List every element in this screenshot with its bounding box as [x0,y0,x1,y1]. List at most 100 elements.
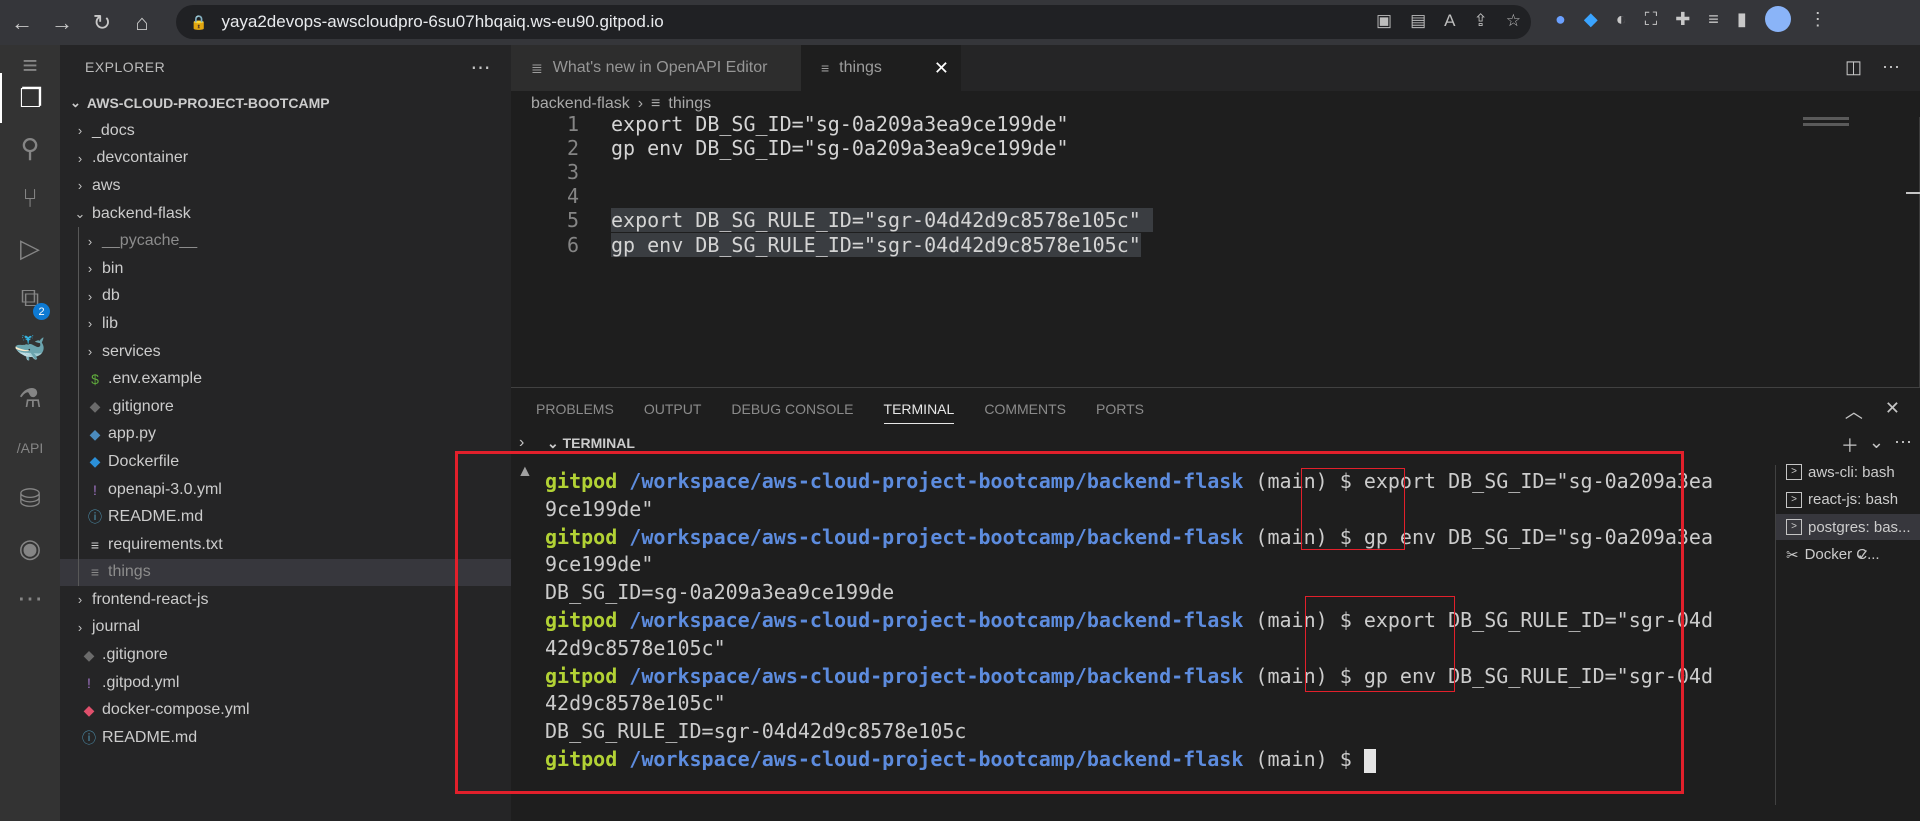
url-text: yaya2devops-awscloudpro-6su07hbqaiq.ws-e… [221,12,664,31]
code-line[interactable]: 6 gp env DB_SG_RULE_ID="sgr-04d42d9c8578e… [511,230,1920,260]
workspace-root-label: AWS-CLOUD-PROJECT-BOOTCAMP [86,95,330,111]
terminal-section-title[interactable]: ⌄ TERMINAL [547,435,635,452]
folder-item[interactable]: › _docs [60,117,511,145]
tab-openapi-whats-new[interactable]: ≣ What's new in OpenAPI Editor [511,45,801,91]
terminal-session-item[interactable]: > postgres: bas... [1776,514,1920,540]
testing-icon[interactable]: ⚗ [0,373,60,423]
file-item[interactable]: ⓘ README.md [60,503,511,531]
run-debug-icon[interactable]: ▷ [0,223,60,273]
tab-comments[interactable]: COMMENTS [984,401,1066,417]
split-editor-icon[interactable]: ◫ [1845,57,1862,78]
terminal-icon: > [1786,519,1802,535]
file-type-icon: ◆ [89,398,101,415]
folder-item[interactable]: › frontend-react-js [60,586,511,614]
sidepanel-icon[interactable]: ▮ [1737,9,1747,30]
explorer-icon[interactable]: ❐ [0,73,60,123]
extension-icon[interactable]: ◆ [1584,9,1598,30]
more-actions-icon[interactable]: ⋯ [1894,432,1912,458]
folder-item[interactable]: › bin [60,254,511,283]
file-item[interactable]: $ .env.example [60,365,511,393]
file-item[interactable]: ! .gitpod.yml [60,669,511,697]
camera-blocked-icon[interactable]: ▣ [1376,11,1392,31]
tab-terminal[interactable]: TERMINAL [883,401,955,424]
folder-item[interactable]: › journal [60,614,511,642]
file-item[interactable]: ◆ .gitignore [60,392,511,421]
tree-item-label: __pycache__ [102,232,198,250]
api-icon[interactable]: /API [0,423,60,473]
close-icon[interactable]: ✕ [934,58,949,79]
media-icon[interactable]: ≡ [1708,9,1719,30]
file-item[interactable]: ◆ app.py [60,420,511,449]
screenshot-icon[interactable]: ⛶ [1645,9,1658,30]
indent-guide [78,392,79,421]
menu-icon[interactable]: ⋮ [1809,9,1827,30]
source-control-icon[interactable]: ⑂ [0,173,60,223]
puzzle-icon[interactable]: ✚ [1675,9,1690,30]
tree-item-label: backend-flask [92,204,191,222]
file-item[interactable]: ◆ .gitignore [60,641,511,669]
search-icon[interactable]: ⚲ [0,123,60,173]
chevron-down-icon[interactable]: ⌄ [1869,432,1884,458]
highlight-box [1301,468,1405,550]
tab-things[interactable]: ≡ things ✕ [801,45,961,91]
clipboard-icon[interactable]: ▤ [1410,11,1426,31]
minimap[interactable] [1803,117,1849,120]
folder-item[interactable]: › db [60,282,511,311]
file-item[interactable]: ≡ requirements.txt [60,530,511,559]
tab-debug-console[interactable]: DEBUG CONSOLE [731,401,853,417]
tab-output[interactable]: OUTPUT [644,401,702,417]
folder-item[interactable]: › __pycache__ [60,227,511,255]
folder-item[interactable]: › services [60,337,511,366]
back-icon[interactable]: ← [4,5,40,41]
terminal-session-item[interactable]: ✂ Docker C... ✓ [1786,542,1880,568]
code-editor[interactable]: 1 export DB_SG_ID="sg-0a209a3ea9ce199de" 2… [511,112,1920,387]
file-item[interactable]: ! openapi-3.0.yml [60,475,511,504]
file-type-icon: ◆ [83,701,95,718]
home-icon[interactable]: ⌂ [124,5,160,41]
folder-item[interactable]: › aws [60,172,511,200]
folder-item[interactable]: › .devcontainer [60,145,511,173]
chevron-right-icon[interactable]: › [519,434,524,452]
tab-ports[interactable]: PORTS [1096,401,1144,417]
terminal-session-item[interactable]: > aws-cli: bash [1786,459,1895,485]
avatar[interactable] [1764,6,1791,32]
tree-item-label: .gitignore [102,646,168,664]
more-icon[interactable]: ⋯ [0,573,60,623]
scroll-position-marker [1906,192,1920,194]
file-item[interactable]: ◆ Dockerfile [60,448,511,476]
terminal-session-item[interactable]: > react-js: bash [1786,487,1898,513]
extension-icon[interactable]: ● [1555,9,1566,30]
new-terminal-icon[interactable]: ＋ [1841,432,1859,458]
folder-item[interactable]: ⌄ backend-flask [60,200,511,228]
more-actions-icon[interactable]: ⋯ [471,55,492,80]
terminal-sessions-list: > aws-cli: bash > react-js: bash > postgres: … [1775,464,1920,805]
folder-item[interactable]: › lib [60,310,511,338]
indent-guide [78,254,79,283]
terminal-output[interactable]: gitpod /workspace/aws-cloud-project-boot… [455,451,1775,805]
chevron-right-icon: › [87,288,93,304]
reload-icon[interactable]: ↻ [84,5,120,41]
close-panel-icon[interactable]: ✕ [1885,398,1900,424]
translate-icon[interactable]: A [1444,11,1455,31]
minimap[interactable] [1803,123,1849,126]
file-item[interactable]: ⓘ README.md [60,724,511,752]
extension-icon[interactable]: ◐ [1616,9,1627,30]
extensions-icon[interactable]: ⧉ 2 [0,273,60,323]
forward-icon[interactable]: → [44,5,80,41]
tab-problems[interactable]: PROBLEMS [536,401,614,417]
address-bar[interactable]: 🔒 yaya2devops-awscloudpro-6su07hbqaiq.ws… [176,5,1531,39]
share-icon[interactable]: ⇪ [1474,11,1488,31]
workspace-root[interactable]: ⌄ AWS-CLOUD-PROJECT-BOOTCAMP [60,89,511,117]
github-icon[interactable]: ◉ [0,523,60,573]
docker-icon[interactable]: 🐳 [0,323,60,373]
chevron-right-icon: › [87,316,93,332]
file-item[interactable]: ◆ docker-compose.yml [60,696,511,724]
maximize-panel-icon[interactable]: ︿ [1845,398,1863,424]
file-type-icon: ⓘ [88,509,102,526]
tree-item-label: services [102,342,161,360]
database-icon[interactable]: ⛁ [0,473,60,523]
file-item[interactable]: ≡ things [60,558,511,587]
bookmark-star-icon[interactable]: ☆ [1506,11,1521,31]
file-type-icon: $ [91,371,99,388]
more-actions-icon[interactable]: ⋯ [1882,57,1900,78]
